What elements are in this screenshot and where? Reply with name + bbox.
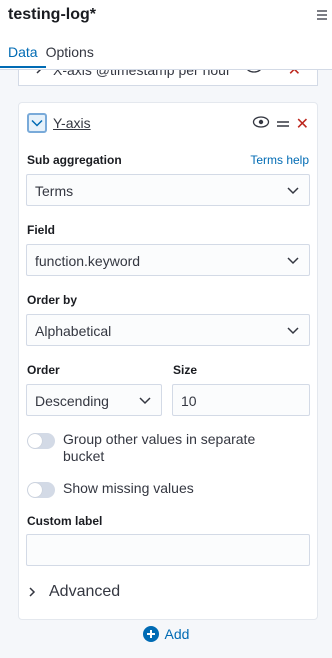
chevron-down-icon: [139, 397, 151, 405]
custom-label-label: Custom label: [27, 514, 103, 528]
add-label: Add: [164, 626, 190, 642]
y-axis-actions: ✕: [252, 115, 309, 134]
order-by-select[interactable]: Alphabetical: [26, 314, 310, 346]
add-aggregation-button[interactable]: Add: [0, 626, 332, 642]
editor-scroll-area: X-axis @timestamp per hour ✕ Y-axis ✕ Su…: [0, 0, 332, 658]
group-other-row[interactable]: Group other values in separate bucket: [27, 431, 293, 465]
custom-label-input[interactable]: [26, 534, 310, 566]
size-input[interactable]: 10: [172, 384, 310, 416]
chevron-down-icon: [287, 257, 299, 265]
plus-circle-icon: [142, 626, 159, 642]
header-divider: [0, 69, 332, 70]
chevron-right-icon: [29, 587, 36, 597]
tab-data[interactable]: Data: [0, 44, 46, 68]
bottom-strip: [0, 648, 332, 658]
editor-tabs: Data Options: [0, 44, 102, 68]
y-axis-collapse-toggle[interactable]: [27, 113, 47, 133]
field-label: Field: [27, 223, 56, 237]
show-missing-switch[interactable]: [27, 482, 55, 498]
menu-icon[interactable]: [316, 8, 328, 20]
field-value: function.keyword: [35, 253, 141, 269]
chevron-down-icon: [287, 327, 299, 335]
advanced-toggle[interactable]: Advanced: [27, 583, 120, 601]
sub-aggregation-select[interactable]: Terms: [26, 174, 310, 206]
y-axis-panel: Y-axis ✕ Sub aggregation Terms help Term…: [18, 102, 318, 620]
order-by-label: Order by: [27, 293, 78, 307]
terms-help-link[interactable]: Terms help: [250, 153, 309, 167]
tab-options[interactable]: Options: [46, 44, 102, 68]
sub-aggregation-label: Sub aggregation: [27, 153, 122, 167]
eye-icon[interactable]: [252, 115, 270, 134]
show-missing-row[interactable]: Show missing values: [27, 480, 293, 498]
order-select[interactable]: Descending: [26, 384, 162, 416]
group-other-label: Group other values in separate bucket: [63, 431, 256, 464]
show-missing-label: Show missing values: [63, 480, 194, 496]
chevron-down-icon: [287, 187, 299, 195]
size-value: 10: [181, 393, 197, 409]
size-label: Size: [173, 363, 198, 377]
order-value: Descending: [35, 393, 109, 409]
field-select[interactable]: function.keyword: [26, 244, 310, 276]
order-by-value: Alphabetical: [35, 323, 112, 339]
remove-icon[interactable]: ✕: [296, 116, 309, 133]
drag-handle-icon[interactable]: [276, 116, 290, 134]
chevron-down-icon: [31, 119, 43, 127]
y-axis-title[interactable]: Y-axis: [53, 115, 91, 131]
page-title: testing-log*: [8, 6, 96, 23]
sub-aggregation-value: Terms: [35, 183, 74, 199]
advanced-label: Advanced: [49, 583, 121, 600]
editor-header: testing-log* Data Options: [0, 0, 332, 70]
group-other-switch[interactable]: [27, 433, 55, 449]
order-label: Order: [27, 363, 60, 377]
